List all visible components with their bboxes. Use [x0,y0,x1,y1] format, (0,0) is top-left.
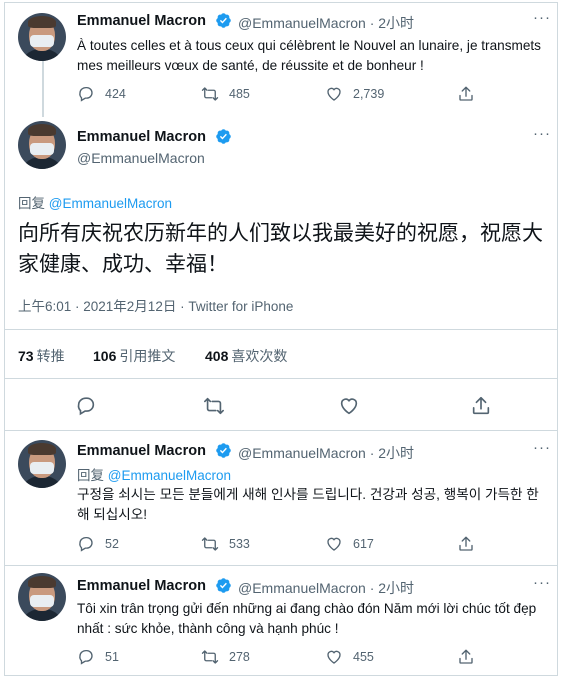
timeline: Emmanuel Macron @EmmanuelMacron · 2小时 ··… [4,2,558,676]
divider [5,378,557,379]
tweet-text: Tôi xin trân trọng gửi đến những ai đang… [77,601,537,636]
reply-icon [75,395,97,417]
like-button[interactable]: 617 [325,535,374,553]
avatar[interactable] [18,121,66,169]
handle-and-time[interactable]: @EmmanuelMacron · 2小时 [238,578,414,598]
verified-badge-icon [215,442,232,459]
reply-target-link[interactable]: @EmmanuelMacron [108,468,231,483]
more-options-icon[interactable]: ··· [533,439,551,456]
likes-stat-label: 喜欢次数 [231,348,288,364]
like-button[interactable] [338,395,370,417]
avatar[interactable] [18,573,66,621]
retweets-stat-count: 73 [18,348,34,364]
handle-and-time[interactable]: @EmmanuelMacron · 2小时 [238,13,414,33]
likes-stat-count: 408 [205,348,229,364]
like-count: 617 [353,537,374,551]
more-options-icon[interactable]: ··· [533,574,551,591]
retweet-button[interactable]: 533 [201,535,250,553]
likes-stat[interactable]: 408 喜欢次数 [205,346,287,366]
quotes-stat[interactable]: 106 引用推文 [93,346,175,366]
avatar[interactable] [18,440,66,488]
reply-button[interactable]: 52 [77,535,119,553]
retweet-count: 533 [229,537,250,551]
share-button[interactable] [457,648,485,666]
reply-icon [77,648,95,666]
share-icon [457,85,475,103]
verified-badge-icon [215,577,232,594]
retweets-stat-label: 转推 [36,348,65,364]
reply-prefix: 回复 [77,468,104,483]
quotes-stat-count: 106 [93,348,117,364]
quotes-stat-label: 引用推文 [119,348,176,364]
like-button[interactable]: 2,739 [325,85,384,103]
share-button[interactable] [470,395,502,417]
like-icon [325,535,343,553]
like-button[interactable]: 455 [325,648,374,666]
like-icon [325,85,343,103]
author-name[interactable]: Emmanuel Macron [77,129,206,145]
author-name[interactable]: Emmanuel Macron [77,13,206,29]
reply-count: 51 [105,650,119,664]
handle-and-time[interactable]: @EmmanuelMacron · 2小时 [238,443,414,463]
reply-button[interactable] [75,395,107,417]
reply-count: 52 [105,537,119,551]
tweet-text: À toutes celles et à tous ceux qui célèb… [77,38,541,73]
reply-icon [77,85,95,103]
divider [5,565,557,566]
author-name[interactable]: Emmanuel Macron [77,443,206,459]
retweet-button[interactable] [203,395,235,417]
like-count: 455 [353,650,374,664]
tweet-timestamp[interactable]: 上午6:01 · 2021年2月12日 · Twitter for iPhone [18,295,293,315]
share-icon [470,395,492,417]
reply-button[interactable]: 51 [77,648,119,666]
replying-to: 回复 @EmmanuelMacron [77,464,231,484]
share-button[interactable] [457,85,485,103]
retweet-icon [201,535,219,553]
retweet-button[interactable]: 485 [201,85,250,103]
retweet-icon [201,85,219,103]
verified-badge-icon [215,12,232,29]
retweet-count: 485 [229,87,250,101]
reply-target-link[interactable]: @EmmanuelMacron [49,196,172,211]
more-options-icon[interactable]: ··· [533,9,551,26]
like-icon [338,395,360,417]
like-icon [325,648,343,666]
retweet-icon [203,395,225,417]
replying-to: 回复 @EmmanuelMacron [18,192,172,212]
verified-badge-icon [215,128,232,145]
avatar[interactable] [18,13,66,61]
tweet-text: 向所有庆祝农历新年的人们致以我最美好的祝愿，祝愿大家健康、成功、幸福！ [18,222,543,276]
reply-icon [77,535,95,553]
author-name[interactable]: Emmanuel Macron [77,578,206,594]
retweet-button[interactable]: 278 [201,648,250,666]
share-icon [457,535,475,553]
tweet-text: 구정을 쇠시는 모든 분들에게 새해 인사를 드립니다. 건강과 성공, 행복이… [77,487,539,522]
thread-line [42,61,44,117]
like-count: 2,739 [353,87,385,101]
more-options-icon[interactable]: ··· [533,125,551,142]
retweet-count: 278 [229,650,250,664]
share-button[interactable] [457,535,485,553]
reply-prefix: 回复 [18,196,45,211]
share-icon [457,648,475,666]
reply-count: 424 [105,87,126,101]
retweet-icon [201,648,219,666]
divider [5,329,557,330]
author-handle[interactable]: @EmmanuelMacron [77,150,205,166]
reply-button[interactable]: 424 [77,85,126,103]
retweets-stat[interactable]: 73 转推 [18,346,65,366]
divider [5,430,557,431]
